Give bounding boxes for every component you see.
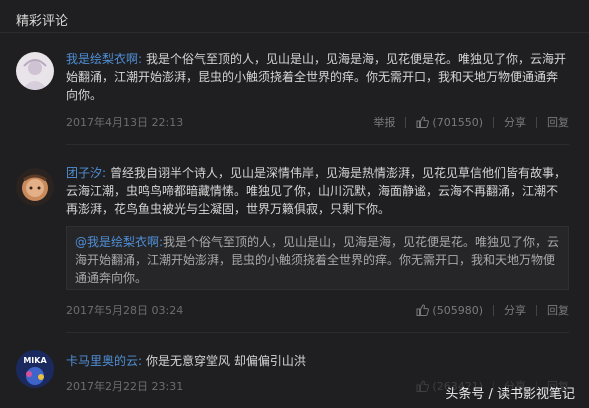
report-button[interactable]: 举报 bbox=[373, 114, 395, 130]
reply-button[interactable]: 回复 bbox=[547, 302, 569, 318]
like-count: (505980) bbox=[432, 303, 483, 317]
thumbs-up-icon bbox=[416, 304, 430, 316]
comment-text: 你是无意穿堂风 却偏偏引山洪 bbox=[146, 354, 306, 368]
like-button[interactable]: (505980) bbox=[416, 304, 483, 317]
quoted-comment: @我是绘梨衣啊:我是个俗气至顶的人，见山是山，见海是海，见花便是花。唯独见了你，… bbox=[66, 226, 569, 290]
reply-button[interactable]: 回复 bbox=[547, 114, 569, 130]
avatar-text: MIKA bbox=[23, 356, 47, 365]
share-button[interactable]: 分享 bbox=[504, 114, 526, 130]
username-link[interactable]: 卡马里奥的云: bbox=[66, 354, 142, 368]
username-link[interactable]: 我是绘梨衣啊: bbox=[66, 52, 142, 66]
watermark: 头条号 / 读书影视笔记 bbox=[445, 387, 575, 402]
comment-text: 曾经我自诩半个诗人，见山是深情伟岸，见海是热情澎湃，见花见草信他们皆有故事，云海… bbox=[66, 166, 567, 216]
separator bbox=[405, 116, 407, 128]
thumbs-up-icon bbox=[416, 380, 430, 392]
timestamp: 2017年2月22日 23:31 bbox=[66, 380, 184, 393]
separator bbox=[536, 304, 537, 316]
separator bbox=[493, 116, 494, 128]
timestamp: 2017年5月28日 03:24 bbox=[66, 304, 184, 317]
comment-actions: 举报 (701550) 分享 回复 bbox=[373, 114, 569, 130]
comment-divider bbox=[66, 144, 569, 145]
separator bbox=[493, 304, 494, 316]
comment-divider bbox=[66, 332, 569, 333]
avatar[interactable] bbox=[16, 168, 54, 206]
avatar[interactable] bbox=[16, 52, 54, 90]
separator bbox=[536, 116, 537, 128]
comment-meta: 2017年5月28日 03:24 (505980) 分享 回复 bbox=[66, 302, 569, 318]
avatar[interactable]: MIKA bbox=[16, 350, 54, 388]
comment-body: 卡马里奥的云: 你是无意穿堂风 却偏偏引山洪 bbox=[66, 352, 567, 370]
like-count: (701550) bbox=[432, 115, 483, 129]
timestamp: 2017年4月13日 22:13 bbox=[66, 116, 184, 129]
comment-body: 团子汐: 曾经我自诩半个诗人，见山是深情伟岸，见海是热情澎湃，见花见草信他们皆有故… bbox=[66, 164, 567, 218]
share-button[interactable]: 分享 bbox=[504, 302, 526, 318]
comment-actions: (505980) 分享 回复 bbox=[416, 302, 569, 318]
quoted-username-link[interactable]: @我是绘梨衣啊: bbox=[75, 235, 163, 249]
like-button[interactable]: (701550) bbox=[416, 116, 483, 129]
comment-meta: 2017年4月13日 22:13 举报 (701550) 分享 回复 bbox=[66, 114, 569, 130]
title-divider bbox=[0, 32, 589, 33]
section-title: 精彩评论 bbox=[16, 14, 69, 29]
username-link[interactable]: 团子汐: bbox=[66, 166, 106, 180]
thumbs-up-icon bbox=[416, 116, 430, 128]
comment-body: 我是绘梨衣啊: 我是个俗气至顶的人，见山是山，见海是海，见花便是花。唯独见了你，云… bbox=[66, 50, 567, 104]
